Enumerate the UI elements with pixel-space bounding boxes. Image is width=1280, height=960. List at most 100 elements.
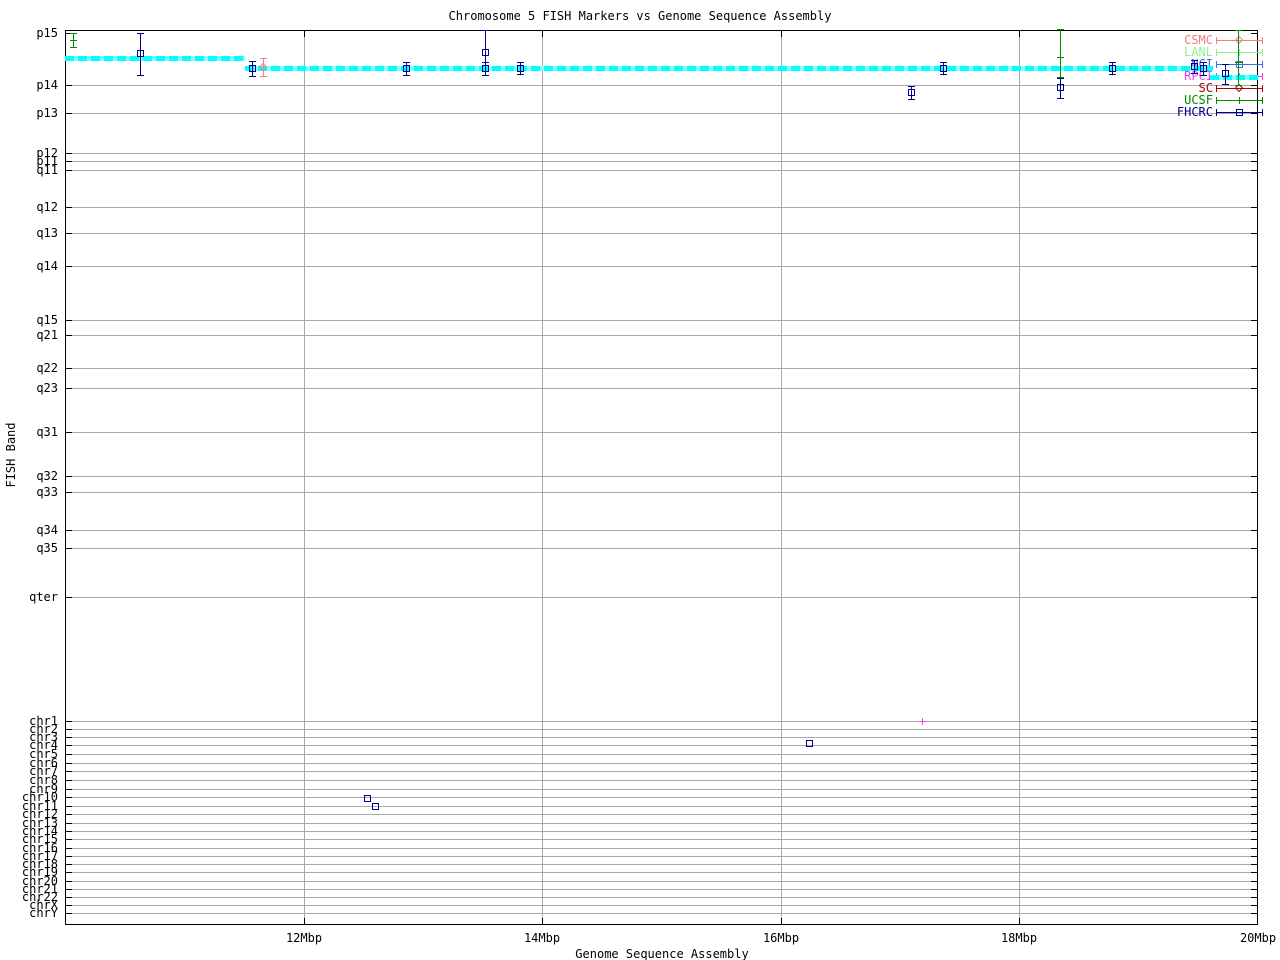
ytick-right-chr19 <box>1251 872 1257 873</box>
point-ucsf-3-cap-top <box>1235 30 1242 31</box>
point-fhcrc-13-marker <box>1222 70 1229 77</box>
point-fhcrc-10-cap-bottom <box>1109 74 1116 75</box>
point-ucsf-2-marker <box>1060 54 1061 61</box>
ytick-label-p13: p13 <box>36 106 58 120</box>
ytick-right-chr15 <box>1251 839 1257 840</box>
ytick-right-p14 <box>1251 85 1257 86</box>
ytick-chr17 <box>66 856 72 857</box>
legend-sample-cap <box>1216 97 1217 104</box>
ytick-right-chr4 <box>1251 745 1257 746</box>
point-fhcrc-1-cap-top <box>137 33 144 34</box>
ytick-q12 <box>66 207 72 208</box>
ytick-chrY <box>66 913 72 914</box>
ytick-right-chr16 <box>1251 848 1257 849</box>
ytick-chr7 <box>66 771 72 772</box>
point-fhcrc-6-marker <box>517 65 524 72</box>
point-fhcrc-11-cap-bottom <box>1191 73 1198 74</box>
ytick-q22 <box>66 368 72 369</box>
ytick-chrX <box>66 905 72 906</box>
point-csmc-1-cap-bottom <box>260 76 267 77</box>
ytick-q15 <box>66 320 72 321</box>
point-fhcrc-7-marker <box>908 89 915 96</box>
point-csmc-1-cap-top <box>260 58 267 59</box>
ytick-right-q31 <box>1251 432 1257 433</box>
ytick-p12 <box>66 153 72 154</box>
legend-sample-cap <box>1216 61 1217 68</box>
ytick-chr18 <box>66 864 72 865</box>
point-fhcrc-6-cap-top <box>517 62 524 63</box>
ytick-right-chr1 <box>1251 721 1257 722</box>
ytick-chr13 <box>66 823 72 824</box>
point-fhcrc-2-cap-bottom <box>249 76 256 77</box>
ytick-p11 <box>66 161 72 162</box>
x-axis-title: Genome Sequence Assembly <box>575 947 749 960</box>
point-fhcrc-9-marker <box>1057 84 1064 91</box>
ytick-label-q34: q34 <box>36 523 58 537</box>
legend-sample-cap <box>1262 109 1263 116</box>
ytick-right-chr17 <box>1251 856 1257 857</box>
ytick-right-chr8 <box>1251 780 1257 781</box>
ytick-label-q21: q21 <box>36 328 58 342</box>
ytick-label-qter: qter <box>29 590 58 604</box>
ytick-q23 <box>66 388 72 389</box>
ytick-right-chrY <box>1251 913 1257 914</box>
legend-label-fhcrc: FHCRC <box>1176 105 1213 119</box>
chart-canvas: Chromosome 5 FISH Markers vs Genome Sequ… <box>0 0 1280 960</box>
point-fhcrc-11-cap-top <box>1191 60 1198 61</box>
ytick-right-q35 <box>1251 548 1257 549</box>
xtick-label-18Mbp: 18Mbp <box>1000 931 1038 945</box>
point-fhcrc-8-marker <box>940 65 947 72</box>
ytick-right-q14 <box>1251 266 1257 267</box>
ytick-chr10 <box>66 797 72 798</box>
ytick-right-p12 <box>1251 153 1257 154</box>
legend-marker-lanl <box>1239 49 1240 56</box>
ytick-right-q11 <box>1251 170 1257 171</box>
ytick-q31 <box>66 432 72 433</box>
ytick-right-chr6 <box>1251 763 1257 764</box>
chart-title: Chromosome 5 FISH Markers vs Genome Sequ… <box>448 9 832 23</box>
plot-area-border <box>65 30 1258 925</box>
ytick-label-q33: q33 <box>36 485 58 499</box>
ytick-chr22 <box>66 897 72 898</box>
ytick-right-chr2 <box>1251 729 1257 730</box>
ytick-qter <box>66 597 72 598</box>
ytick-q21 <box>66 335 72 336</box>
assembly-track-segment-2 <box>245 66 1213 71</box>
xtick-16Mbp <box>781 918 782 924</box>
ytick-label-q15: q15 <box>36 313 58 327</box>
legend-sample-cap <box>1262 49 1263 56</box>
legend-marker-ucsf <box>1239 97 1240 104</box>
point-ucsf-3-line <box>1238 30 1239 85</box>
ytick-right-p11 <box>1251 161 1257 162</box>
point-fhcrc-10-marker <box>1109 65 1116 72</box>
ytick-label-q32: q32 <box>36 469 58 483</box>
ytick-label-q23: q23 <box>36 381 58 395</box>
point-fhcrc-5-cap-bottom <box>482 75 489 76</box>
legend-marker-fhcrc <box>1236 109 1243 116</box>
ytick-right-chr18 <box>1251 864 1257 865</box>
ytick-label-q22: q22 <box>36 361 58 375</box>
ytick-label-chrY: chrY <box>29 906 58 920</box>
legend-sample-cap <box>1216 85 1217 92</box>
ytick-label-q35: q35 <box>36 541 58 555</box>
assembly-track-segment-3 <box>1210 75 1258 80</box>
ytick-q34 <box>66 530 72 531</box>
xtick-12Mbp <box>304 918 305 924</box>
ytick-right-q15 <box>1251 320 1257 321</box>
ytick-label-q12: q12 <box>36 200 58 214</box>
point-fhcrc-3-cap-top <box>403 62 410 63</box>
ytick-right-chr9 <box>1251 789 1257 790</box>
ytick-q14 <box>66 266 72 267</box>
point-fhcrc-13-cap-bottom <box>1222 84 1229 85</box>
xtick-20Mbp <box>1257 918 1258 924</box>
ytick-label-q31: q31 <box>36 425 58 439</box>
legend-sample-cap <box>1262 85 1263 92</box>
ytick-label-q13: q13 <box>36 226 58 240</box>
ytick-chr3 <box>66 737 72 738</box>
xtick-label-14Mbp: 14Mbp <box>523 931 561 945</box>
ytick-chr5 <box>66 754 72 755</box>
legend-sample-cap <box>1216 109 1217 116</box>
ytick-right-q32 <box>1251 476 1257 477</box>
legend-sample-cap <box>1262 97 1263 104</box>
ytick-right-chrX <box>1251 905 1257 906</box>
